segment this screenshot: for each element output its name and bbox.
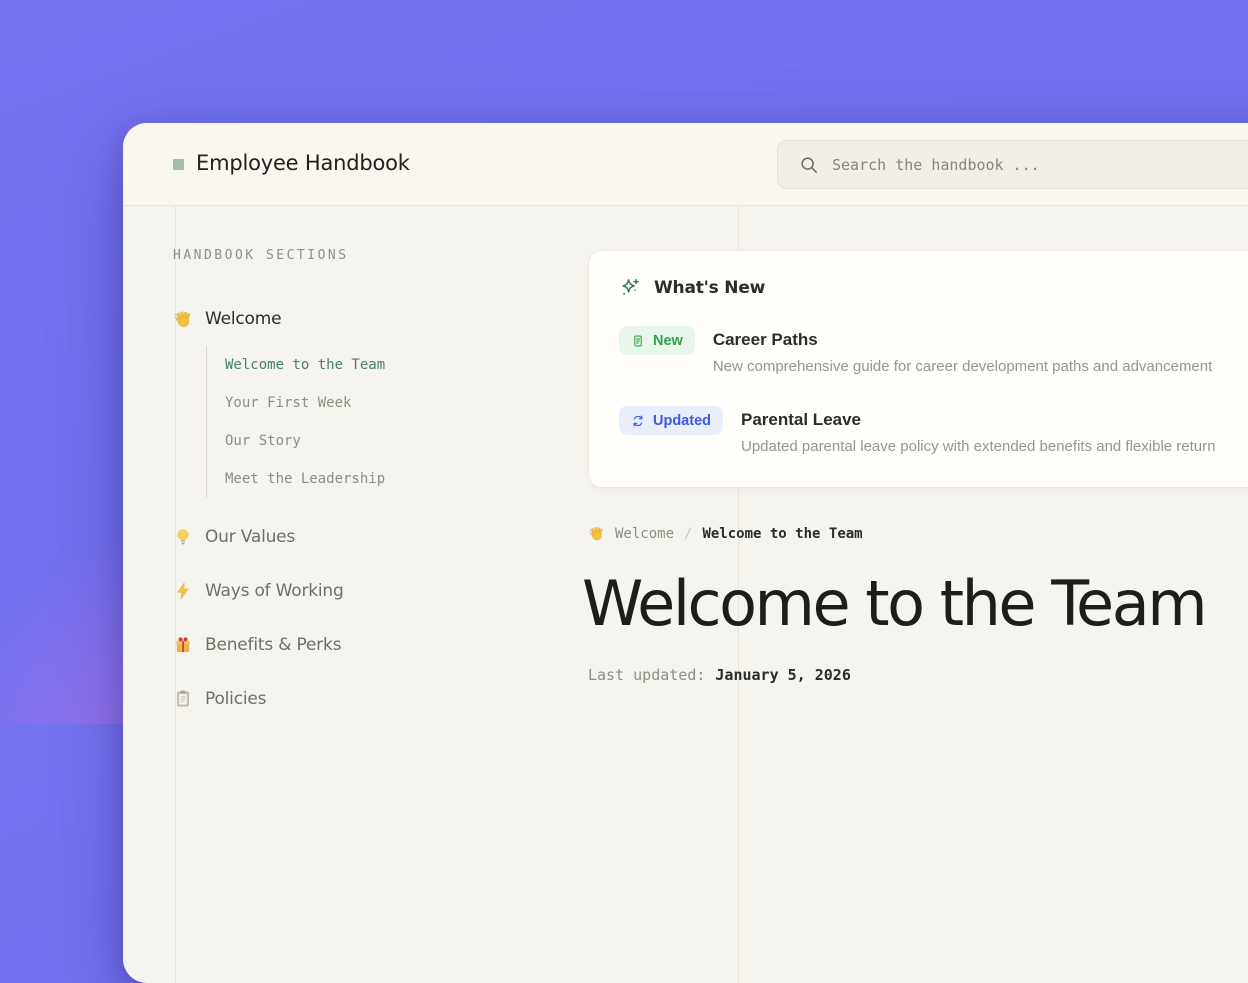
breadcrumb-separator: / [684,526,692,542]
app-title: Employee Handbook [196,151,410,175]
whats-new-item-title: Parental Leave [741,410,1215,430]
new-badge: New [619,326,695,355]
last-updated-line: Last updated: January 5, 2026 [588,666,851,684]
logo-square-icon [173,159,184,170]
search-box[interactable] [777,140,1248,189]
updated-badge: Updated [619,406,723,435]
sidebar-item-benefits-perks[interactable]: Benefits & Perks [173,632,553,658]
sidebar: HANDBOOK SECTIONS Welcome Welcome to the… [173,248,553,712]
search-icon [799,155,819,175]
page-title: Welcome to the Team [582,570,1205,638]
sidebar-item-welcome[interactable]: Welcome [173,306,553,332]
last-updated-value: January 5, 2026 [715,666,850,684]
whats-new-item-title: Career Paths [713,330,1212,350]
clipboard-icon [173,689,193,709]
sidebar-item-label: Our Values [205,527,295,547]
sparkles-icon [619,277,641,299]
breadcrumb: Welcome / Welcome to the Team [588,525,863,542]
bulb-icon [173,527,193,547]
app-header: Employee Handbook [123,123,1248,206]
whats-new-item-description: Updated parental leave policy with exten… [741,438,1215,455]
whats-new-panel: What's New New Career Paths New comprehe… [588,250,1248,488]
sidebar-item-policies[interactable]: Policies [173,686,553,712]
handbook-window: Employee Handbook HANDBOOK SECTIONS [123,123,1248,983]
document-icon [631,334,645,348]
whats-new-item-career-paths[interactable]: New Career Paths New comprehensive guide… [619,326,1248,375]
sidebar-subitem-our-story[interactable]: Our Story [225,422,553,460]
badge-label: Updated [653,413,711,429]
last-updated-label: Last updated: [588,666,705,684]
whats-new-title: What's New [654,278,765,298]
search-input[interactable] [832,156,1248,174]
sidebar-subitem-your-first-week[interactable]: Your First Week [225,384,553,422]
sidebar-item-label: Welcome [205,309,281,329]
wave-icon [173,309,193,329]
sidebar-sublist-welcome: Welcome to the Team Your First Week Our … [206,346,553,498]
sidebar-item-label: Ways of Working [205,581,344,601]
sidebar-item-label: Benefits & Perks [205,635,341,655]
sidebar-subitem-welcome-to-the-team[interactable]: Welcome to the Team [225,346,553,384]
whats-new-item-description: New comprehensive guide for career devel… [713,358,1212,375]
sidebar-item-our-values[interactable]: Our Values [173,524,553,550]
refresh-icon [631,414,645,428]
breadcrumb-current-page: Welcome to the Team [702,526,862,542]
whats-new-item-body: Parental Leave Updated parental leave po… [741,406,1215,455]
sidebar-item-ways-of-working[interactable]: Ways of Working [173,578,553,604]
badge-label: New [653,333,683,349]
gift-icon [173,635,193,655]
whats-new-header: What's New [619,277,1248,299]
zap-icon [173,581,193,601]
sidebar-item-label: Policies [205,689,266,709]
whats-new-item-body: Career Paths New comprehensive guide for… [713,326,1212,375]
sidebar-subitem-meet-the-leadership[interactable]: Meet the Leadership [225,460,553,498]
whats-new-item-parental-leave[interactable]: Updated Parental Leave Updated parental … [619,406,1248,455]
sidebar-heading: HANDBOOK SECTIONS [173,248,553,264]
breadcrumb-section[interactable]: Welcome [615,526,674,542]
wave-icon [588,525,605,542]
